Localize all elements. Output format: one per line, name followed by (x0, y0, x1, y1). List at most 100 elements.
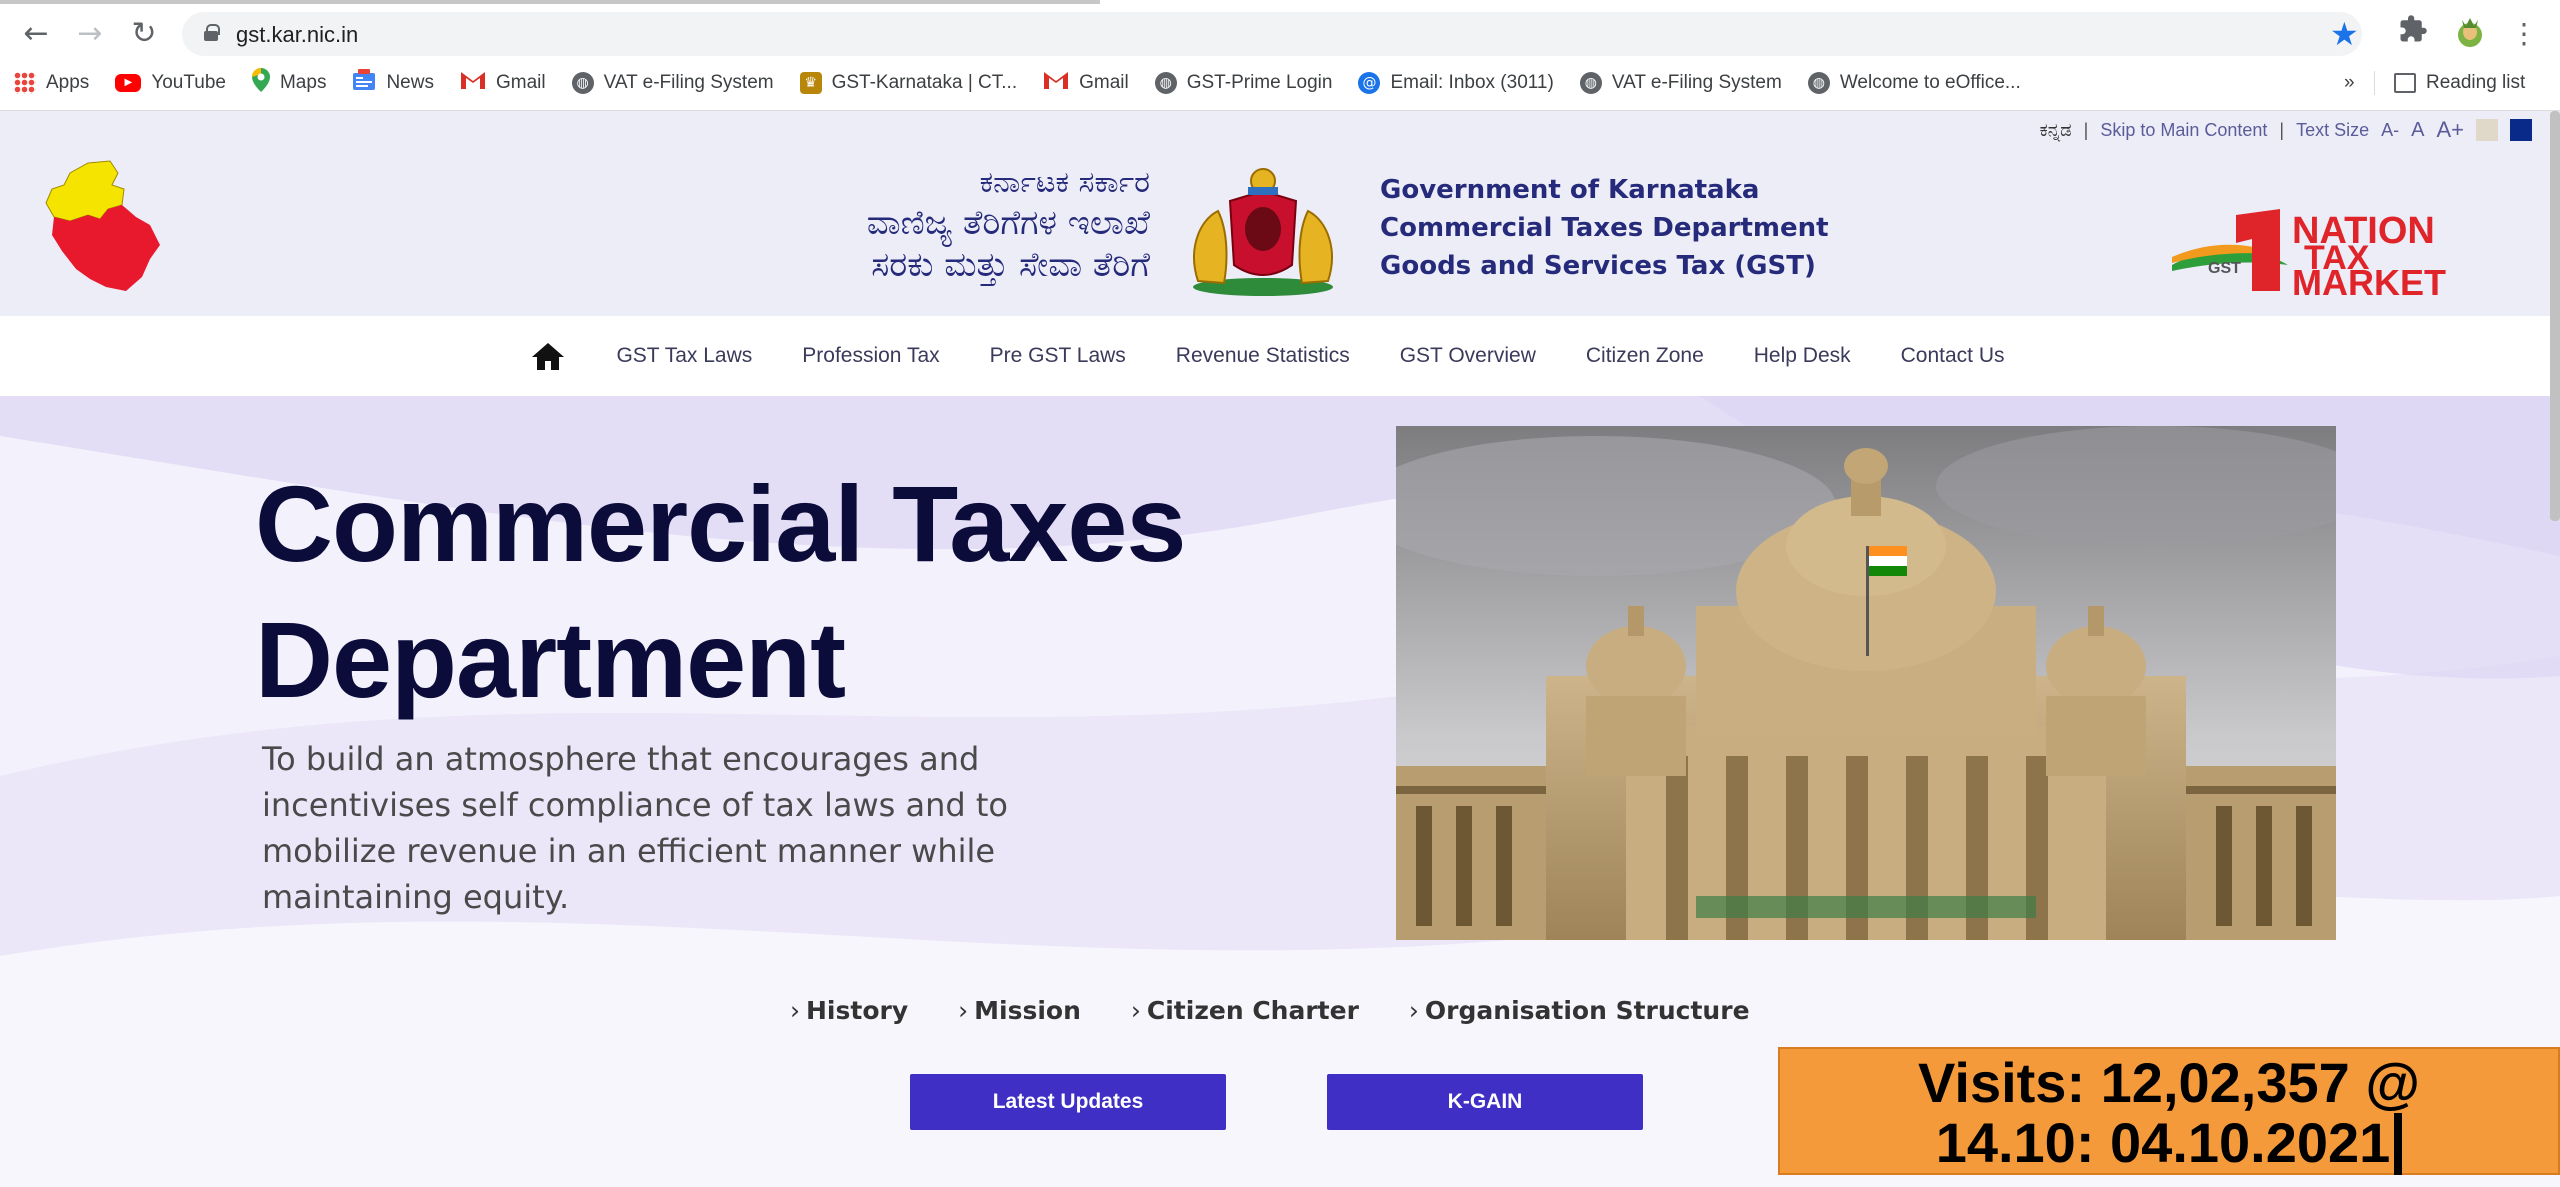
bookmark-label: News (386, 72, 434, 93)
reading-list-button[interactable]: Reading list (2394, 66, 2525, 100)
bookmark-label: Welcome to eOffice... (1839, 72, 2021, 93)
gst-text: Goods and Services Tax (GST) (1380, 251, 1816, 281)
apps-grid-icon (14, 72, 36, 94)
text-size-label: Text Size (2296, 119, 2370, 140)
bookmark-star-icon[interactable]: ★ (2330, 14, 2359, 54)
nav-revenue-statistics[interactable]: Revenue Statistics (1176, 344, 1350, 368)
bookmark-gst-prime[interactable]: ◍ GST-Prime Login (1154, 72, 1333, 94)
globe-icon: ◍ (1807, 72, 1830, 94)
skip-to-main-link[interactable]: Skip to Main Content (2100, 120, 2267, 141)
nav-pre-gst-laws[interactable]: Pre GST Laws (990, 344, 1126, 368)
address-bar[interactable]: gst.kar.nic.in (182, 12, 2362, 56)
visit-counter-overlay: Visits: 12,02,357 @ 14.10: 04.10.2021 (1778, 1047, 2560, 1175)
bookmarks-overflow-button[interactable]: » (2344, 66, 2355, 100)
history-link-label: History (806, 996, 909, 1025)
news-icon (352, 69, 376, 97)
bookmark-label: VAT e-Filing System (1611, 72, 1782, 93)
bookmark-gmail-2[interactable]: Gmail (1043, 70, 1129, 96)
bookmark-apps[interactable]: Apps (14, 72, 89, 94)
bookmark-maps[interactable]: Maps (251, 68, 327, 98)
bookmark-label: GST-Karnataka | CT... (831, 72, 1018, 93)
page-scrollbar[interactable] (2550, 111, 2560, 521)
kannada-gst-title: ಸರಕು ಮತ್ತು ಸೇವಾ ತೆರಿಗೆ (871, 245, 1150, 285)
hero-title: Commercial Taxes Department (255, 456, 1355, 728)
nav-gst-overview[interactable]: GST Overview (1400, 344, 1536, 368)
bookmark-label: Maps (279, 72, 327, 93)
profile-avatar[interactable] (2454, 14, 2486, 59)
extensions-puzzle-icon[interactable] (2398, 14, 2428, 55)
reading-list-icon (2394, 72, 2416, 93)
english-header-titles: Government of Karnataka Commercial Taxes… (1380, 171, 1829, 285)
back-arrow-icon[interactable]: ← (16, 14, 56, 54)
bookmark-label: Email: Inbox (3011) (1390, 72, 1554, 93)
browser-menu-icon[interactable]: ⋮ (2510, 14, 2538, 54)
bookmark-gmail[interactable]: Gmail (460, 70, 546, 96)
k-gain-button[interactable]: K-GAIN (1327, 1074, 1643, 1130)
utility-bar: ಕನ್ನಡ | Skip to Main Content | Text Size… (2040, 117, 2532, 143)
separator: | (2279, 119, 2285, 140)
gmail-icon (460, 70, 486, 96)
reload-icon[interactable]: ↻ (124, 14, 164, 54)
karnataka-map-logo[interactable] (40, 159, 164, 300)
bookmarks-divider (2374, 71, 2375, 95)
lock-icon[interactable] (204, 24, 220, 41)
reading-list-label: Reading list (2426, 72, 2526, 93)
about-links: › History › Mission › Citizen Charter › Orga… (790, 996, 1750, 1025)
chevron-right-icon: › (1130, 996, 1141, 1025)
bookmark-eoffice[interactable]: ◍ Welcome to eOffice... (1807, 72, 2021, 94)
url-text[interactable]: gst.kar.nic.in (236, 22, 358, 48)
nav-profession-tax[interactable]: Profession Tax (802, 344, 939, 368)
history-link[interactable]: › History (790, 996, 908, 1025)
state-emblem-logo[interactable] (1178, 161, 1348, 306)
text-size-decrease[interactable]: A- (2381, 120, 2399, 141)
bookmark-vat-efiling-2[interactable]: ◍ VAT e-Filing System (1579, 72, 1782, 94)
text-cursor (2394, 1113, 2403, 1175)
email-icon: @ (1358, 72, 1381, 94)
bookmark-vat-efiling[interactable]: ◍ VAT e-Filing System (571, 72, 774, 94)
gmail-icon (1043, 70, 1069, 96)
theme-dark-swatch[interactable] (2510, 119, 2532, 141)
bookmark-label: VAT e-Filing System (603, 72, 774, 93)
browser-chrome: ← → ↻ gst.kar.nic.in ★ ⋮ Apps ▶ YouTube … (0, 0, 2560, 111)
hero-title-line1: Commercial Taxes (255, 463, 1186, 584)
visit-timestamp-line: 14.10: 04.10.2021 (1780, 1113, 2558, 1175)
bookmark-youtube[interactable]: ▶ YouTube (115, 72, 226, 94)
chevron-right-icon: › (790, 996, 800, 1025)
nav-citizen-zone[interactable]: Citizen Zone (1586, 344, 1704, 368)
one-nation-one-tax-logo[interactable]: GST NATION TAX MARKET (2168, 205, 2520, 303)
mission-link[interactable]: › Mission (958, 996, 1081, 1025)
citizen-charter-link[interactable]: › Citizen Charter (1131, 996, 1359, 1025)
home-icon[interactable] (530, 340, 566, 372)
visit-count-text: Visits: 12,02,357 @ (1918, 1051, 2420, 1114)
kannada-dept-title: ವಾಣಿಜ್ಯ ತೆರಿಗೆಗಳ ಇಲಾಖೆ (866, 203, 1150, 243)
forward-arrow-icon[interactable]: → (70, 14, 110, 54)
globe-icon: ◍ (1154, 72, 1177, 94)
nav-gst-tax-laws[interactable]: GST Tax Laws (616, 344, 752, 368)
tab-strip-edge (0, 0, 1100, 4)
bookmark-gst-karnataka[interactable]: ♛ GST-Karnataka | CT... (799, 72, 1018, 94)
theme-light-swatch[interactable] (2476, 119, 2498, 141)
kannada-language-link[interactable]: ಕನ್ನಡ (2040, 120, 2072, 141)
bookmark-label: Apps (46, 72, 90, 93)
bookmark-label: YouTube (151, 72, 226, 93)
site-header: ಕನ್ನಡ | Skip to Main Content | Text Size… (0, 111, 2560, 316)
ctd-text: Commercial Taxes Department (1380, 213, 1829, 243)
organisation-structure-link[interactable]: › Organisation Structure (1409, 996, 1750, 1025)
bookmarks-bar: Apps ▶ YouTube Maps News Gmail ◍ VAT e-F… (14, 66, 2047, 100)
text-size-normal[interactable]: A (2411, 119, 2424, 142)
bookmark-label: GST-Prime Login (1186, 72, 1333, 93)
chevron-right-icon: › (958, 996, 969, 1025)
web-page: ಕನ್ನಡ | Skip to Main Content | Text Size… (0, 111, 2560, 1187)
bookmark-email-inbox[interactable]: @ Email: Inbox (3011) (1358, 72, 1554, 94)
vidhana-soudha-photo (1356, 426, 2376, 940)
latest-updates-button[interactable]: Latest Updates (910, 1074, 1226, 1130)
nav-help-desk[interactable]: Help Desk (1754, 344, 1851, 368)
organisation-structure-link-label: Organisation Structure (1424, 996, 1750, 1025)
bookmark-news[interactable]: News (352, 69, 434, 97)
chevron-right-icon: › (1408, 996, 1419, 1025)
text-size-increase[interactable]: A+ (2436, 117, 2464, 143)
citizen-charter-link-label: Citizen Charter (1146, 996, 1359, 1025)
karnataka-emblem-icon: ♛ (799, 72, 822, 94)
nav-contact-us[interactable]: Contact Us (1901, 344, 2005, 368)
maps-pin-icon (251, 68, 270, 98)
